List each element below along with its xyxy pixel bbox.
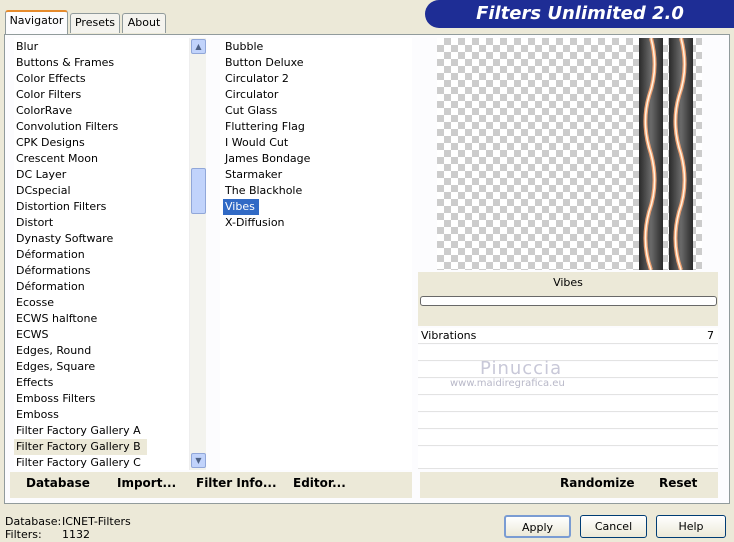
filters-count-label: Filters: bbox=[5, 528, 42, 541]
category-item[interactable]: Filter Factory Gallery B bbox=[14, 439, 147, 455]
scroll-thumb[interactable] bbox=[191, 168, 206, 214]
category-item[interactable]: Edges, Round bbox=[14, 343, 206, 359]
import-button[interactable]: Import... bbox=[117, 476, 176, 490]
cancel-button[interactable]: Cancel bbox=[580, 515, 647, 538]
help-button[interactable]: Help bbox=[656, 515, 726, 538]
category-item[interactable]: Déformations bbox=[14, 263, 206, 279]
watermark-url: www.maidiregrafica.eu bbox=[450, 378, 565, 389]
category-item[interactable]: Blur bbox=[14, 39, 206, 55]
reset-button[interactable]: Reset bbox=[659, 476, 697, 490]
filter-item[interactable]: I Would Cut bbox=[223, 135, 412, 151]
category-item[interactable]: Color Effects bbox=[14, 71, 206, 87]
database-button[interactable]: Database bbox=[26, 476, 90, 490]
category-item[interactable]: DC Layer bbox=[14, 167, 206, 183]
category-item[interactable]: Crescent Moon bbox=[14, 151, 206, 167]
tab-navigator[interactable]: Navigator bbox=[5, 10, 68, 34]
scroll-down-icon[interactable]: ▼ bbox=[191, 453, 206, 468]
watermark-name: Pinuccia bbox=[480, 358, 563, 379]
filter-item[interactable]: Starmaker bbox=[223, 167, 412, 183]
filter-item[interactable]: Circulator bbox=[223, 87, 412, 103]
param-row bbox=[418, 447, 718, 469]
filter-item[interactable]: Cut Glass bbox=[223, 103, 412, 119]
filter-item[interactable]: The Blackhole bbox=[223, 183, 412, 199]
category-item[interactable]: Effects bbox=[14, 375, 206, 391]
category-item[interactable]: Distortion Filters bbox=[14, 199, 206, 215]
toolbar-left: Database Import... Filter Info... Editor… bbox=[10, 472, 412, 498]
tab-presets[interactable]: Presets bbox=[70, 13, 120, 33]
filter-item[interactable]: Bubble bbox=[223, 39, 412, 55]
category-item[interactable]: Emboss Filters bbox=[14, 391, 206, 407]
param-row bbox=[418, 413, 718, 429]
category-scrollbar[interactable]: ▲ ▼ bbox=[189, 38, 206, 470]
filter-info-button[interactable]: Filter Info... bbox=[196, 476, 277, 490]
category-item[interactable]: Convolution Filters bbox=[14, 119, 206, 135]
param-row bbox=[418, 345, 718, 361]
tab-about[interactable]: About bbox=[122, 13, 166, 33]
filter-item[interactable]: Fluttering Flag bbox=[223, 119, 412, 135]
database-label: Database: bbox=[5, 515, 62, 528]
param-row-vibrations[interactable]: Vibrations 7 bbox=[418, 328, 718, 344]
category-item[interactable]: CPK Designs bbox=[14, 135, 206, 151]
category-item[interactable]: Filter Factory Gallery C bbox=[14, 455, 206, 470]
editor-button[interactable]: Editor... bbox=[293, 476, 346, 490]
app-title: Filters Unlimited 2.0 bbox=[476, 3, 684, 24]
category-item[interactable]: DCspecial bbox=[14, 183, 206, 199]
preview-image bbox=[437, 38, 702, 270]
category-item[interactable]: ECWS halftone bbox=[14, 311, 206, 327]
param-row bbox=[418, 430, 718, 446]
category-item[interactable]: Filter Factory Gallery A bbox=[14, 423, 206, 439]
toolbar-right: Randomize Reset bbox=[420, 472, 718, 498]
param-row bbox=[418, 362, 718, 378]
category-item[interactable]: Dynasty Software bbox=[14, 231, 206, 247]
scroll-up-icon[interactable]: ▲ bbox=[191, 39, 206, 54]
randomize-button[interactable]: Randomize bbox=[560, 476, 634, 490]
database-value: ICNET-Filters bbox=[62, 515, 131, 528]
filter-item[interactable]: Button Deluxe bbox=[223, 55, 412, 71]
category-item[interactable]: Déformation bbox=[14, 279, 206, 295]
category-item[interactable]: Emboss bbox=[14, 407, 206, 423]
apply-button[interactable]: Apply bbox=[504, 515, 571, 538]
filters-count-value: 1132 bbox=[62, 528, 90, 541]
filter-list[interactable]: Bubble Button Deluxe Circulator 2 Circulato… bbox=[220, 38, 412, 470]
filter-item[interactable]: James Bondage bbox=[223, 151, 412, 167]
category-item[interactable]: Edges, Square bbox=[14, 359, 206, 375]
category-item[interactable]: ECWS bbox=[14, 327, 206, 343]
param-value[interactable]: 7 bbox=[707, 329, 714, 342]
category-list[interactable]: Blur Buttons & Frames Color Effects Color F… bbox=[14, 38, 206, 470]
filter-item[interactable]: Circulator 2 bbox=[223, 71, 412, 87]
filter-item[interactable]: Vibes bbox=[223, 199, 259, 215]
category-item[interactable]: Ecosse bbox=[14, 295, 206, 311]
category-item[interactable]: Déformation bbox=[14, 247, 206, 263]
filter-item[interactable]: X-Diffusion bbox=[223, 215, 412, 231]
category-item[interactable]: Distort bbox=[14, 215, 206, 231]
progress-bar bbox=[420, 296, 717, 306]
param-label: Vibrations bbox=[421, 329, 477, 342]
category-item[interactable]: ColorRave bbox=[14, 103, 206, 119]
param-row bbox=[418, 396, 718, 412]
category-item[interactable]: Color Filters bbox=[14, 87, 206, 103]
filter-name-label: Vibes bbox=[553, 276, 583, 289]
category-item[interactable]: Buttons & Frames bbox=[14, 55, 206, 71]
